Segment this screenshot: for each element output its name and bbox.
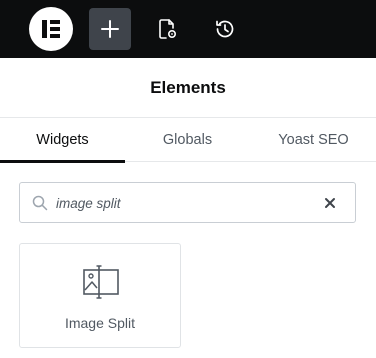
search-icon [32,195,48,211]
panel-header: Elements [0,58,376,118]
plus-icon [101,20,119,38]
page-settings-button[interactable] [146,8,188,50]
widget-card-image-split[interactable]: Image Split [19,243,181,348]
search-input[interactable] [56,192,306,214]
tab-yoast-seo[interactable]: Yoast SEO [251,118,376,162]
panel-title: Elements [150,77,226,97]
editor-top-bar [0,0,376,58]
panel-tabs: Widgets Globals Yoast SEO [0,118,376,163]
history-icon [216,20,234,38]
image-split-icon [83,265,119,299]
widget-card-label: Image Split [64,315,136,331]
tab-widgets[interactable]: Widgets [0,118,125,163]
history-button[interactable] [204,8,246,50]
elementor-logo-icon[interactable] [29,7,73,51]
add-element-button[interactable] [89,8,131,50]
close-icon[interactable] [323,196,337,210]
widget-search-box [19,182,356,223]
tab-globals[interactable]: Globals [125,118,250,162]
page-settings-icon [159,19,177,39]
